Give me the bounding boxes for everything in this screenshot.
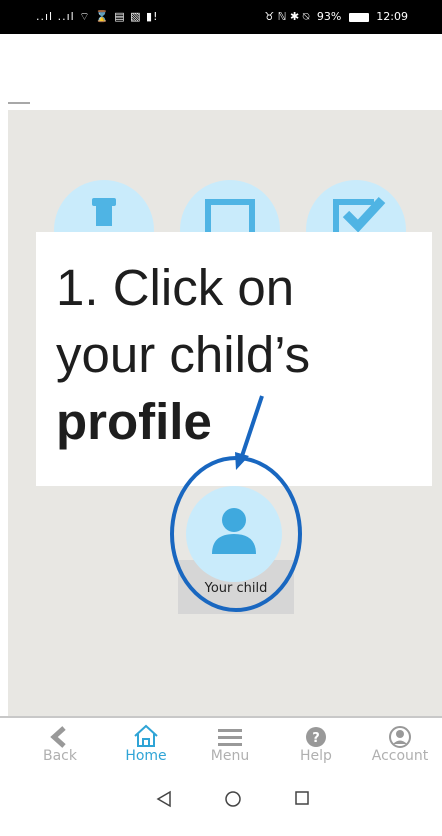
hamburger-menu-icon	[218, 729, 242, 746]
status-bar: ..ıl ..ıl ⌔ ⌛ ▤ ▧ ▮! ♉ ℕ ✱ ⍉ 93% 12:09	[0, 0, 442, 34]
chevron-left-icon	[50, 726, 66, 748]
system-back-icon[interactable]	[156, 790, 172, 808]
nav-help[interactable]: ? Help	[276, 718, 356, 770]
user-avatar-icon	[212, 508, 256, 554]
child-profile-button[interactable]	[186, 486, 282, 582]
user-circle-icon	[389, 726, 411, 748]
status-right: ♉ ℕ ✱ ⍉ 93% 12:09	[260, 10, 408, 24]
nav-back[interactable]: Back	[20, 718, 100, 770]
system-nav-bar	[0, 770, 442, 836]
system-home-icon[interactable]	[224, 790, 242, 808]
instruction-text: 1. Click on your child’s profile	[56, 254, 426, 455]
header-area	[0, 34, 442, 110]
home-icon	[134, 724, 158, 747]
nav-account[interactable]: Account	[360, 718, 440, 770]
svg-text:?: ?	[312, 731, 320, 746]
nav-back-label: Back	[43, 748, 77, 764]
nav-account-label: Account	[371, 748, 429, 764]
instruction-line-3: profile	[56, 393, 212, 450]
instruction-callout: 1. Click on your child’s profile	[36, 232, 432, 486]
status-right-icons: ♉ ℕ ✱ ⍉	[264, 10, 310, 23]
instruction-line-2: your child’s	[56, 326, 311, 383]
system-recents-icon[interactable]	[294, 790, 310, 806]
instruction-line-1: 1. Click on	[56, 259, 295, 316]
nav-help-label: Help	[300, 748, 332, 764]
status-left-icons: ..ıl ..ıl ⌔ ⌛ ▤ ▧ ▮!	[36, 10, 159, 23]
bottom-nav: Back Home Menu ? Help Account	[0, 718, 442, 770]
nav-home-label: Home	[125, 748, 167, 764]
nav-menu-label: Menu	[210, 748, 250, 764]
clock: 12:09	[376, 10, 408, 23]
battery-percent: 93%	[316, 10, 342, 23]
nav-menu[interactable]: Menu	[190, 718, 270, 770]
question-circle-icon: ?	[306, 727, 326, 747]
child-profile-label[interactable]: Your child	[178, 581, 294, 596]
battery-icon	[348, 12, 369, 22]
header-divider	[8, 102, 30, 104]
nav-home[interactable]: Home	[106, 718, 186, 770]
